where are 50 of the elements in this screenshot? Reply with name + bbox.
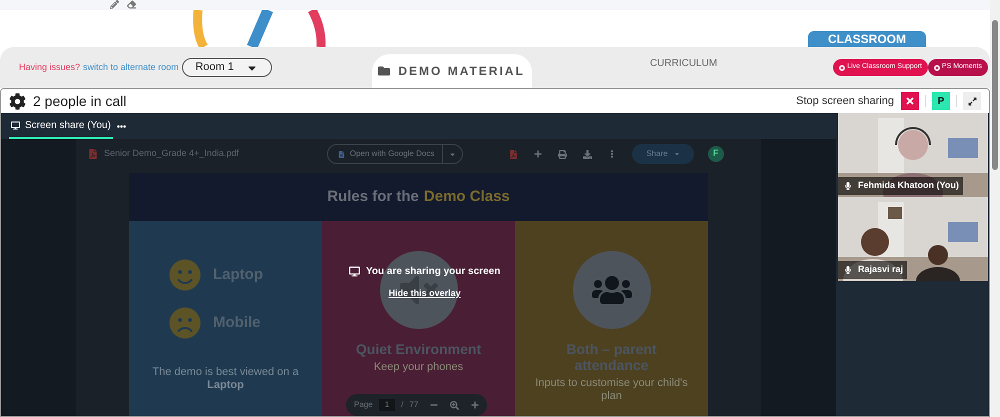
avatar[interactable]: F	[708, 146, 724, 162]
call-title: 2 people in call	[33, 92, 126, 111]
zoom-icon[interactable]	[450, 400, 460, 410]
participant-name: Fehmida Khatoon (You)	[858, 179, 959, 192]
pencil-icon[interactable]	[110, 0, 119, 9]
document-icon	[338, 150, 345, 158]
caret-icon	[674, 151, 680, 157]
monitor-icon	[11, 120, 20, 130]
eraser-icon[interactable]	[127, 0, 136, 9]
slide-caption: Inputs to customise your child's plan	[534, 377, 689, 403]
sad-face-icon	[169, 307, 201, 339]
pdf-icon[interactable]	[509, 150, 518, 158]
room-select[interactable]: Room 1	[182, 58, 272, 77]
caret-icon	[449, 150, 456, 158]
close-button[interactable]	[901, 92, 919, 110]
slide-caption: Keep your phones	[374, 361, 464, 374]
nav-tab[interactable]: CURRICULUM	[604, 54, 764, 74]
zoom-in-icon[interactable]	[471, 401, 480, 409]
download-icon[interactable]	[583, 150, 592, 158]
hide-overlay-link[interactable]: Hide this overlay	[388, 287, 461, 300]
open-with-button[interactable]: Open with Google Docs	[326, 144, 464, 164]
participant-name: Rajasvi raj	[858, 263, 904, 276]
slide-caption: The demo is best viewed on a Laptop	[151, 366, 300, 392]
slide-title-highlight: Demo Class	[424, 186, 510, 207]
expand-button[interactable]	[963, 92, 981, 110]
expand-icon	[968, 96, 976, 106]
classroom-tag: CLASSROOM	[808, 31, 926, 47]
smiley-icon	[169, 259, 201, 291]
folder-icon	[378, 65, 390, 77]
microphone-icon	[844, 266, 852, 274]
overlay-message: You are sharing your screen	[366, 265, 500, 279]
pdf-icon	[88, 149, 98, 159]
page-label: Page	[354, 399, 373, 411]
stop-sharing-text: Stop screen sharing	[796, 94, 894, 109]
file-name: Senior Demo_Grade 4+_India.pdf	[104, 147, 239, 160]
slide-heading: Both – parent attendance	[565, 341, 658, 373]
nav-tab[interactable]: DEMO MATERIAL	[372, 54, 532, 88]
issues-text: Having issues?	[19, 60, 80, 74]
avatar[interactable]: P	[932, 92, 950, 110]
page-separator: /	[401, 399, 404, 411]
add-icon[interactable]	[534, 150, 542, 158]
print-icon[interactable]	[558, 150, 568, 158]
page-total: 77	[409, 399, 418, 411]
settings-icon[interactable]	[9, 92, 26, 110]
page-field[interactable]: 1	[378, 399, 396, 411]
screen-share-icon	[349, 266, 360, 277]
scrollbar[interactable]	[990, 0, 1000, 417]
slide-title: Rules for the	[327, 186, 419, 207]
microphone-icon	[844, 182, 852, 190]
close-icon	[905, 96, 915, 106]
